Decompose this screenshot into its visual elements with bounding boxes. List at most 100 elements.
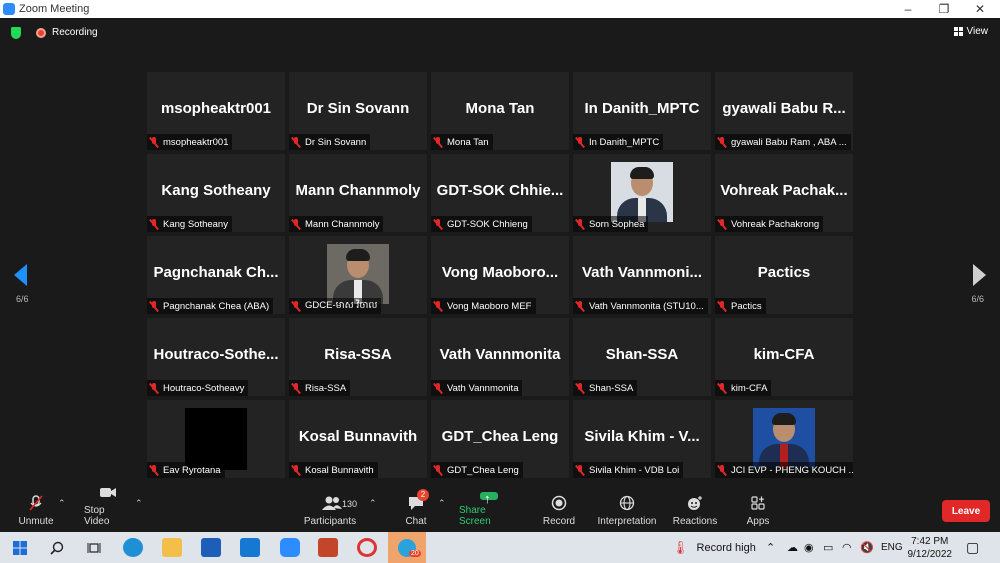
task-view-icon[interactable]: [84, 538, 104, 557]
participant-tile[interactable]: Sorn Sophea: [573, 154, 711, 232]
leave-button[interactable]: Leave: [942, 500, 990, 522]
chat-button[interactable]: 2 Chat: [400, 489, 432, 532]
search-icon[interactable]: [47, 538, 67, 557]
participant-tile[interactable]: Kang Sotheany Kang Sotheany: [147, 154, 285, 232]
participant-tile[interactable]: Mona Tan Mona Tan: [431, 72, 569, 150]
participant-tile[interactable]: kim-CFA kim-CFA: [715, 318, 853, 396]
participant-display-name: Sivila Khim - V...: [584, 428, 700, 445]
minimize-button[interactable]: –: [890, 0, 926, 18]
security-shield-icon[interactable]: [11, 27, 21, 39]
mail-icon[interactable]: [240, 538, 260, 557]
muted-mic-icon: [717, 218, 727, 230]
muted-mic-icon: [717, 382, 727, 394]
participant-name-tag: Kang Sotheany: [147, 216, 232, 232]
participant-display-name: Houtraco-Sothe...: [153, 346, 279, 363]
participant-video: [327, 244, 389, 304]
zoom-app-icon[interactable]: [280, 538, 300, 557]
audio-options-caret-icon[interactable]: ⌃: [58, 498, 66, 509]
participant-tile[interactable]: Vath Vannmoni... Vath Vannmonita (STU10..…: [573, 236, 711, 314]
chrome-like-icon[interactable]: [357, 538, 377, 557]
edge-browser-icon[interactable]: [123, 538, 143, 557]
participants-label: Participants: [303, 516, 357, 527]
participant-tile[interactable]: Eav Ryrotana: [147, 400, 285, 478]
telegram-taskbar-button[interactable]: 20: [388, 532, 426, 563]
weather-widget[interactable]: 🌡 Record high: [672, 532, 756, 563]
notifications-icon[interactable]: ▢: [966, 532, 979, 563]
participant-tile[interactable]: Sivila Khim - V... Sivila Khim - VDB Loi: [573, 400, 711, 478]
participant-tile[interactable]: JCI EVP - PHENG KOUCH ...: [715, 400, 853, 478]
participant-name-label: Pagnchanak Chea (ABA): [163, 300, 270, 312]
maximize-button[interactable]: ❐: [926, 0, 962, 18]
smiley-icon: [686, 495, 704, 511]
participant-tile[interactable]: Vath Vannmonita Vath Vannmonita: [431, 318, 569, 396]
participant-tile[interactable]: Pagnchanak Ch... Pagnchanak Chea (ABA): [147, 236, 285, 314]
view-button[interactable]: View: [953, 26, 989, 37]
clock[interactable]: 7:42 PM 9/12/2022: [908, 535, 953, 561]
participant-tile[interactable]: Vong Maoboro... Vong Maoboro MEF: [431, 236, 569, 314]
participant-tile[interactable]: GDT-SOK Chhie... GDT-SOK Chhieng: [431, 154, 569, 232]
chat-options-caret-icon[interactable]: ⌃: [438, 498, 446, 509]
recording-indicator[interactable]: Recording: [36, 27, 98, 38]
participant-tile[interactable]: Mann Channmoly Mann Channmoly: [289, 154, 427, 232]
reactions-button[interactable]: Reactions: [672, 492, 718, 532]
muted-mic-icon: [149, 300, 159, 312]
previous-page-arrow-icon[interactable]: [14, 264, 27, 286]
meeting-stage: Recording View 6/6 6/6 msopheaktr001 msop…: [0, 18, 1000, 492]
battery-icon[interactable]: ▭: [823, 532, 833, 563]
participant-tile[interactable]: Vohreak Pachak... Vohreak Pachakrong: [715, 154, 853, 232]
participant-tile[interactable]: Dr Sin Sovann Dr Sin Sovann: [289, 72, 427, 150]
store-icon[interactable]: [201, 538, 221, 557]
participant-display-name: Mann Channmoly: [295, 182, 421, 199]
participant-display-name: Pagnchanak Ch...: [153, 264, 279, 281]
share-screen-icon: [480, 491, 498, 506]
interpretation-button[interactable]: Interpretation: [594, 492, 660, 532]
muted-mic-icon: [717, 464, 727, 476]
participant-name-tag: msopheaktr001: [147, 134, 233, 150]
participants-button[interactable]: Participants: [304, 492, 356, 532]
view-label: View: [966, 26, 989, 37]
file-explorer-icon[interactable]: [162, 538, 182, 557]
participant-tile[interactable]: gyawali Babu R... gyawali Babu Ram , ABA …: [715, 72, 853, 150]
telegram-badge: 20: [409, 550, 421, 557]
participants-options-caret-icon[interactable]: ⌃: [369, 498, 377, 509]
participant-tile[interactable]: Shan-SSA Shan-SSA: [573, 318, 711, 396]
participant-name-label: JCI EVP - PHENG KOUCH ...: [731, 464, 853, 476]
apps-button[interactable]: Apps: [744, 492, 772, 532]
participant-tile[interactable]: GDT_Chea Leng GDT_Chea Leng: [431, 400, 569, 478]
record-label: Record: [542, 516, 576, 527]
volume-mute-icon[interactable]: 🔇: [860, 532, 874, 563]
camera-tray-icon[interactable]: ◉: [804, 532, 814, 563]
participant-name-tag: Houtraco-Sotheavy: [147, 380, 249, 396]
participant-name-tag: JCI EVP - PHENG KOUCH ...: [715, 462, 853, 478]
participant-tile[interactable]: Houtraco-Sothe... Houtraco-Sotheavy: [147, 318, 285, 396]
share-screen-button[interactable]: Share Screen: [459, 491, 519, 532]
close-button[interactable]: ✕: [962, 0, 998, 18]
video-options-caret-icon[interactable]: ⌃: [135, 498, 143, 509]
next-page-arrow-icon[interactable]: [973, 264, 986, 286]
onedrive-icon[interactable]: ☁: [787, 532, 798, 563]
participant-tile[interactable]: In Danith_MPTC In Danith_MPTC: [573, 72, 711, 150]
stop-video-button[interactable]: Stop Video: [84, 488, 132, 532]
participant-display-name: GDT-SOK Chhie...: [436, 182, 564, 199]
participant-name-label: Sorn Sophea: [589, 218, 645, 230]
powerpoint-icon[interactable]: [318, 538, 338, 557]
muted-mic-icon: [433, 300, 443, 312]
participant-name-tag: kim-CFA: [715, 380, 772, 396]
unmute-button[interactable]: Unmute: [18, 492, 54, 532]
participant-tile[interactable]: GDCE-មាស វិចាល: [289, 236, 427, 314]
participant-display-name: Mona Tan: [465, 100, 535, 117]
participant-tile[interactable]: Risa-SSA Risa-SSA: [289, 318, 427, 396]
participant-tile[interactable]: Pactics Pactics: [715, 236, 853, 314]
record-button[interactable]: Record: [540, 492, 578, 532]
windows-start-icon[interactable]: [10, 538, 30, 557]
participant-name-label: Dr Sin Sovann: [305, 136, 367, 148]
wifi-icon[interactable]: ◠: [842, 532, 852, 563]
participant-name-tag: Kosal Bunnavith: [289, 462, 378, 478]
participant-tile[interactable]: Kosal Bunnavith Kosal Bunnavith: [289, 400, 427, 478]
language-indicator[interactable]: ENG: [881, 532, 903, 563]
participant-display-name: Vath Vannmoni...: [581, 264, 703, 281]
participant-tile[interactable]: msopheaktr001 msopheaktr001: [147, 72, 285, 150]
show-hidden-icons-icon[interactable]: ⌃: [766, 532, 775, 563]
participant-name-tag: Dr Sin Sovann: [289, 134, 371, 150]
muted-mic-icon: [291, 382, 301, 394]
